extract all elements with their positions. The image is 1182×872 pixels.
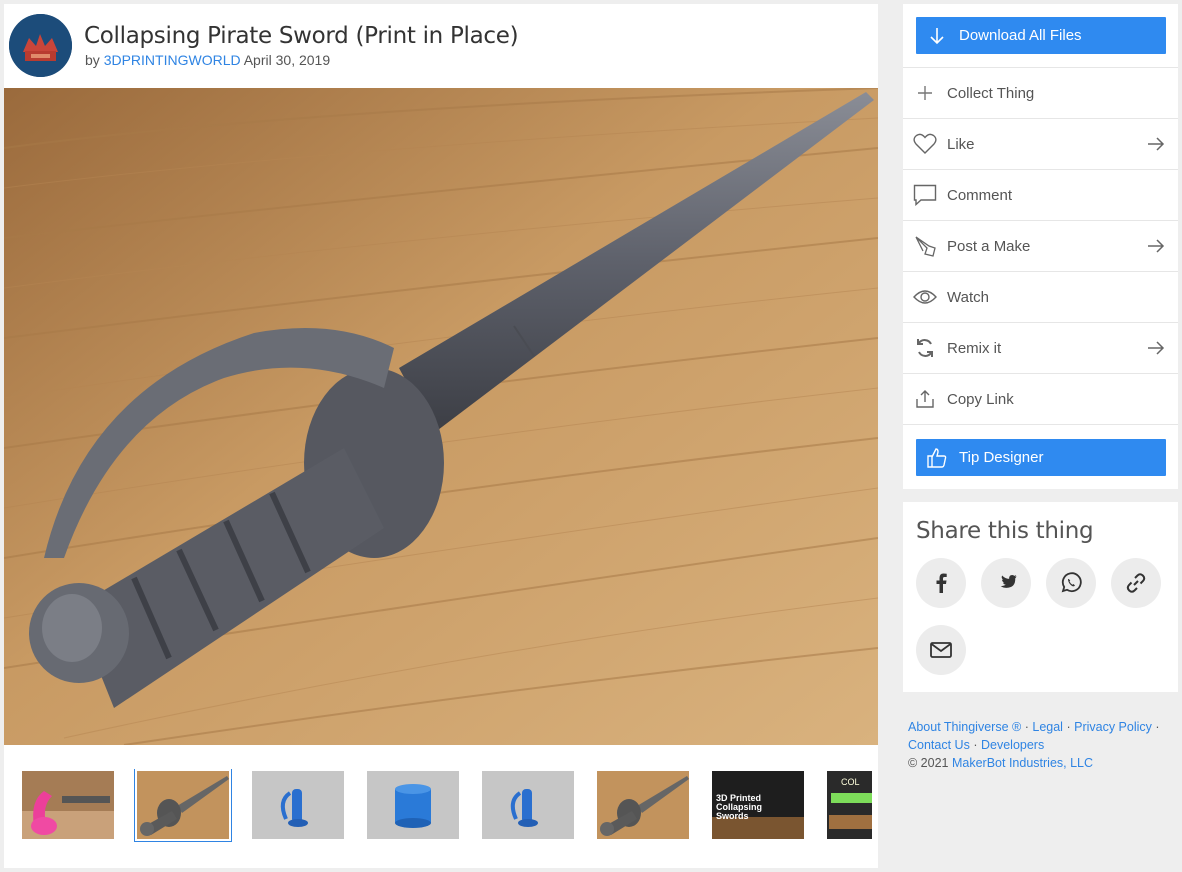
separator: · (1066, 720, 1071, 734)
like-button[interactable]: Like (903, 118, 1178, 169)
thumbs-up-icon (927, 447, 947, 468)
facebook-share-button[interactable] (916, 558, 966, 608)
post-a-make-button[interactable]: Post a Make (903, 220, 1178, 271)
watch-label: Watch (947, 288, 989, 306)
arrow-right-icon[interactable] (1146, 134, 1166, 154)
thumbnail[interactable]: COL (827, 771, 872, 839)
thing-header: Collapsing Pirate Sword (Print in Place)… (4, 4, 878, 88)
separator: · (1024, 720, 1029, 734)
copy-link-button[interactable]: Copy Link (903, 373, 1178, 424)
remix-button[interactable]: Remix it (903, 322, 1178, 373)
thumbnail[interactable] (367, 771, 459, 839)
collect-thing-button[interactable]: Collect Thing (903, 67, 1178, 118)
twitter-icon (1000, 574, 1017, 588)
share-upload-icon (913, 387, 937, 411)
footer: About Thingiverse ® · Legal · Privacy Po… (908, 718, 1180, 772)
link-icon (1126, 573, 1146, 593)
actions-panel: Download All Files Collect Thing Like Co… (903, 4, 1178, 489)
thumbnail-strip: 3D Printed Collapsing Swords COL (22, 769, 872, 845)
makerbot-link[interactable]: MakerBot Industries, LLC (952, 756, 1093, 770)
whatsapp-share-button[interactable] (1046, 558, 1096, 608)
by-label: by (85, 52, 100, 68)
author-link[interactable]: 3DPRINTINGWORLD (104, 52, 241, 68)
copy-link-label: Copy Link (947, 390, 1014, 408)
svg-text:Swords: Swords (716, 811, 749, 821)
thing-panel: Collapsing Pirate Sword (Print in Place)… (4, 4, 878, 868)
main-image[interactable] (4, 88, 878, 745)
facebook-icon (936, 573, 947, 593)
comment-button[interactable]: Comment (903, 169, 1178, 220)
share-panel: Share this thing (903, 502, 1178, 692)
thumbnail[interactable]: 3D Printed Collapsing Swords (712, 771, 804, 839)
separator: · (973, 738, 978, 752)
heart-icon (913, 132, 937, 156)
like-label: Like (947, 135, 975, 153)
email-share-button[interactable] (916, 625, 966, 675)
thumbnail[interactable] (597, 771, 689, 839)
collect-label: Collect Thing (947, 84, 1035, 102)
arrow-right-icon[interactable] (1146, 338, 1166, 358)
footer-line-1: About Thingiverse ® · Legal · Privacy Po… (908, 718, 1180, 736)
about-link[interactable]: About Thingiverse (908, 720, 1009, 734)
comment-icon (913, 183, 937, 207)
legal-link[interactable]: Legal (1032, 720, 1063, 734)
post-make-label: Post a Make (947, 237, 1031, 255)
tip-designer-button[interactable]: Tip Designer (916, 439, 1166, 476)
arrow-right-icon[interactable] (1146, 236, 1166, 256)
plus-icon (913, 81, 937, 105)
footer-line-2: Contact Us · Developers (908, 736, 1180, 754)
share-title: Share this thing (916, 518, 1094, 544)
mail-icon (930, 642, 952, 658)
thing-title: Collapsing Pirate Sword (Print in Place) (84, 23, 519, 49)
registered-mark: ® (1012, 720, 1022, 734)
copy-link-share-button[interactable] (1111, 558, 1161, 608)
footer-line-3: © 2021 MakerBot Industries, LLC (908, 754, 1180, 772)
publish-date: April 30, 2019 (243, 52, 331, 68)
whatsapp-icon (1061, 572, 1082, 593)
thing-byline: by 3DPRINTINGWORLD April 30, 2019 (85, 52, 330, 68)
download-icon (927, 26, 947, 46)
contact-us-link[interactable]: Contact Us (908, 738, 970, 752)
separator: · (1155, 720, 1160, 734)
comment-label: Comment (947, 186, 1013, 204)
thumbnail[interactable] (22, 771, 114, 839)
thumbnail[interactable] (482, 771, 574, 839)
download-label: Download All Files (959, 27, 1082, 44)
tip-label: Tip Designer (959, 449, 1044, 466)
make-icon (913, 234, 937, 258)
thumbnail[interactable] (134, 769, 232, 842)
copyright-text: © 2021 (908, 756, 949, 770)
svg-text:COL: COL (841, 777, 860, 787)
remix-label: Remix it (947, 339, 1002, 357)
thumbnail[interactable] (252, 771, 344, 839)
download-all-button[interactable]: Download All Files (916, 17, 1166, 54)
twitter-share-button[interactable] (981, 558, 1031, 608)
eye-icon (913, 285, 937, 309)
remix-icon (913, 336, 937, 360)
privacy-policy-link[interactable]: Privacy Policy (1074, 720, 1152, 734)
creator-avatar[interactable] (9, 14, 72, 77)
watch-button[interactable]: Watch (903, 271, 1178, 322)
developers-link[interactable]: Developers (981, 738, 1044, 752)
